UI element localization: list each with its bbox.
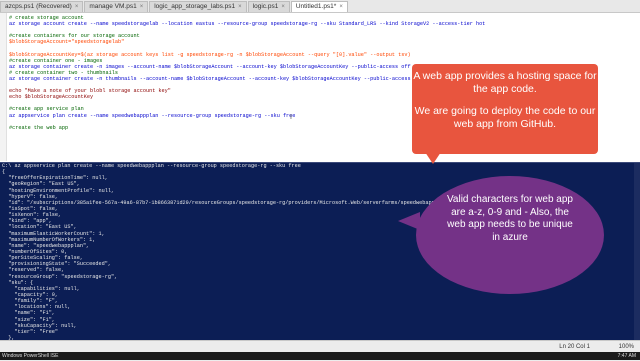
hosting-callout: A web app provides a hosting space for t… (412, 64, 598, 154)
editor-tab[interactable]: Untitled1.ps1* × (290, 1, 348, 12)
editor-tab[interactable]: azcps.ps1 (Recovered) × (0, 1, 84, 12)
editor-tab[interactable]: logic.ps1 × (247, 1, 290, 12)
close-tab-icon[interactable]: × (339, 2, 343, 12)
editor-tab-label: Untitled1.ps1* (295, 3, 337, 10)
taskbar-app[interactable]: Windows PowerShell ISE (2, 353, 58, 359)
hosting-callout-tail (425, 152, 441, 164)
editor-tab-label: azcps.ps1 (Recovered) (5, 3, 72, 10)
editor-gutter (0, 13, 7, 161)
editor-tab-label: manage VM.ps1 (89, 3, 137, 10)
text-cursor-icon: I (290, 114, 292, 121)
naming-callout-text: Valid characters for web app are a-z, 0-… (447, 194, 573, 243)
cursor-position: Ln 20 Col 1 (559, 344, 590, 350)
editor-tab-label: logic.ps1 (252, 3, 279, 10)
editor-tab[interactable]: manage VM.ps1 × (84, 1, 149, 12)
taskbar-clock: 7:47 AM (617, 353, 636, 359)
close-tab-icon[interactable]: × (281, 2, 285, 12)
taskbar: Windows PowerShell ISE 7:47 AM (0, 352, 640, 360)
zoom-level[interactable]: 100% (619, 344, 634, 350)
console-line: "id": "/subscriptions/385a1fee-567a-49a6… (2, 199, 454, 206)
editor-tab-label: logic_app_storage_labs.ps1 (154, 3, 236, 10)
console-output: C:\ az appservice plan create --name spe… (2, 163, 453, 353)
close-tab-icon[interactable]: × (140, 2, 144, 12)
hosting-callout-text-1: A web app provides a hosting space for t… (413, 70, 597, 95)
console-scrollbar[interactable] (634, 163, 640, 351)
editor-tab-bar: azcps.ps1 (Recovered) × manage VM.ps1 × logi… (0, 0, 640, 13)
close-tab-icon[interactable]: × (75, 2, 79, 12)
hosting-callout-text-2: We are going to deploy the code to our w… (414, 105, 596, 130)
close-tab-icon[interactable]: × (238, 2, 242, 12)
editor-tab[interactable]: logic_app_storage_labs.ps1 × (149, 1, 247, 12)
naming-callout: Valid characters for web app are a-z, 0-… (416, 176, 604, 294)
code-line: az storage account create --name speedst… (9, 21, 486, 28)
